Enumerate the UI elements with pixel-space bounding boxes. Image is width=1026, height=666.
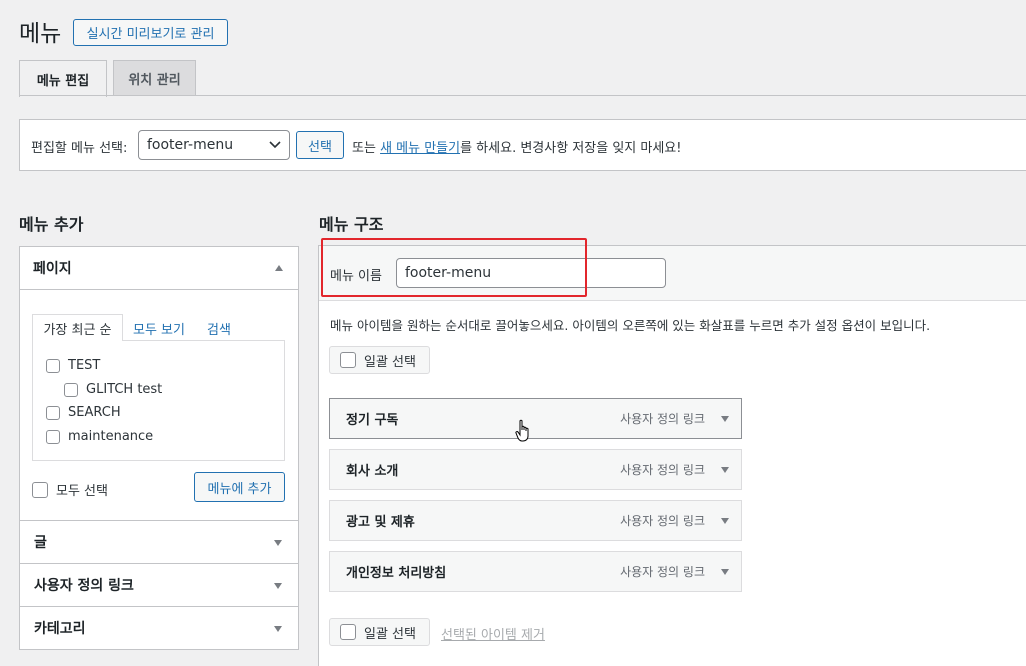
menu-item-type: 사용자 정의 링크 <box>620 412 705 426</box>
menu-item-type: 사용자 정의 링크 <box>620 463 705 477</box>
page-checkbox[interactable] <box>46 405 60 420</box>
select-menu-button[interactable]: 선택 <box>296 131 344 159</box>
page-label: GLITCH test <box>86 382 163 397</box>
pages-panel-header[interactable]: 페이지 <box>19 246 299 290</box>
menu-item-title: 회사 소개 <box>346 464 399 479</box>
menu-item-toggle-icon[interactable] <box>721 467 729 473</box>
menu-item[interactable]: 회사 소개 사용자 정의 링크 <box>329 449 742 490</box>
hand-cursor-icon <box>515 419 529 442</box>
menu-item-toggle-icon[interactable] <box>721 518 729 524</box>
menu-item-type: 사용자 정의 링크 <box>620 565 705 579</box>
live-preview-button[interactable]: 실시간 미리보기로 관리 <box>73 19 228 46</box>
bulk-select-label: 일괄 선택 <box>364 626 416 642</box>
list-item[interactable]: GLITCH test <box>64 382 162 397</box>
menu-item-type: 사용자 정의 링크 <box>620 514 705 528</box>
list-item[interactable]: TEST <box>46 358 100 373</box>
pages-panel-title: 페이지 <box>33 260 72 277</box>
bulk-select-top[interactable]: 일괄 선택 <box>329 346 430 374</box>
select-all-pages[interactable]: 모두 선택 <box>32 480 108 499</box>
page-checkbox[interactable] <box>46 358 60 373</box>
accordion-categories-title: 카테고리 <box>34 621 86 637</box>
expand-arrow-icon[interactable] <box>274 583 282 589</box>
menu-item-toggle-icon[interactable] <box>721 569 729 575</box>
page-label: maintenance <box>68 429 154 444</box>
page-checkbox[interactable] <box>46 429 60 444</box>
menu-select-value: footer-menu <box>147 137 234 153</box>
text-or: 또는 <box>352 141 376 156</box>
menu-item[interactable]: 정기 구독 사용자 정의 링크 <box>329 398 742 439</box>
expand-arrow-icon[interactable] <box>274 540 282 546</box>
collapse-arrow-icon[interactable] <box>275 265 283 271</box>
menu-structure-heading: 메뉴 구조 <box>319 215 384 234</box>
add-to-menu-button[interactable]: 메뉴에 추가 <box>194 472 285 502</box>
accordion-custom-links-title: 사용자 정의 링크 <box>34 578 134 594</box>
menu-select-dropdown[interactable]: footer-menu <box>138 130 290 160</box>
page-checkbox[interactable] <box>64 382 78 397</box>
accordion-posts[interactable]: 글 <box>19 521 299 564</box>
pages-tab-recent[interactable]: 가장 최근 순 <box>32 314 123 341</box>
text-rest: 를 하세요. 변경사항 저장을 잊지 마세요! <box>460 141 682 156</box>
menu-instructions: 메뉴 아이템을 원하는 순서대로 끌어놓으세요. 아이템의 오른쪽에 있는 화살… <box>330 318 931 333</box>
select-all-label: 모두 선택 <box>56 484 108 499</box>
accordion-posts-title: 글 <box>34 535 47 551</box>
menu-item-title: 개인정보 처리방침 <box>346 566 447 581</box>
bulk-select-label: 일괄 선택 <box>364 354 416 370</box>
page-label: TEST <box>68 358 101 373</box>
pages-tab-search[interactable]: 검색 <box>207 319 231 338</box>
menu-item[interactable]: 개인정보 처리방침 사용자 정의 링크 <box>329 551 742 592</box>
tab-manage-locations[interactable]: 위치 관리 <box>113 60 196 96</box>
highlight-box <box>321 238 587 297</box>
accordion-custom-links[interactable]: 사용자 정의 링크 <box>19 564 299 607</box>
add-menu-items-heading: 메뉴 추가 <box>19 215 84 234</box>
bulk-select-checkbox[interactable] <box>340 352 356 368</box>
chevron-down-icon <box>269 141 281 149</box>
remove-selected-link[interactable]: 선택된 아이템 제거 <box>441 624 545 643</box>
tab-edit-menus[interactable]: 메뉴 편집 <box>19 60 107 97</box>
expand-arrow-icon[interactable] <box>274 626 282 632</box>
page-title: 메뉴 <box>19 21 62 47</box>
menu-item-title: 정기 구독 <box>346 413 399 428</box>
bulk-select-checkbox[interactable] <box>340 624 356 640</box>
menu-item-title: 광고 및 제휴 <box>346 515 415 530</box>
accordion-categories[interactable]: 카테고리 <box>19 607 299 650</box>
tab-divider <box>19 95 1026 96</box>
menu-select-label: 편집할 메뉴 선택: <box>31 141 128 156</box>
create-menu-link[interactable]: 새 메뉴 만들기 <box>380 141 460 156</box>
menu-item-toggle-icon[interactable] <box>721 416 729 422</box>
pages-tab-all[interactable]: 모두 보기 <box>133 319 185 338</box>
menu-select-help: 또는 새 메뉴 만들기를 하세요. 변경사항 저장을 잊지 마세요! <box>352 137 681 156</box>
list-item[interactable]: maintenance <box>46 429 153 444</box>
page-label: SEARCH <box>68 405 121 420</box>
bulk-select-bottom[interactable]: 일괄 선택 <box>329 618 430 646</box>
list-item[interactable]: SEARCH <box>46 405 121 420</box>
menu-item[interactable]: 광고 및 제휴 사용자 정의 링크 <box>329 500 742 541</box>
select-all-checkbox[interactable] <box>32 481 48 498</box>
